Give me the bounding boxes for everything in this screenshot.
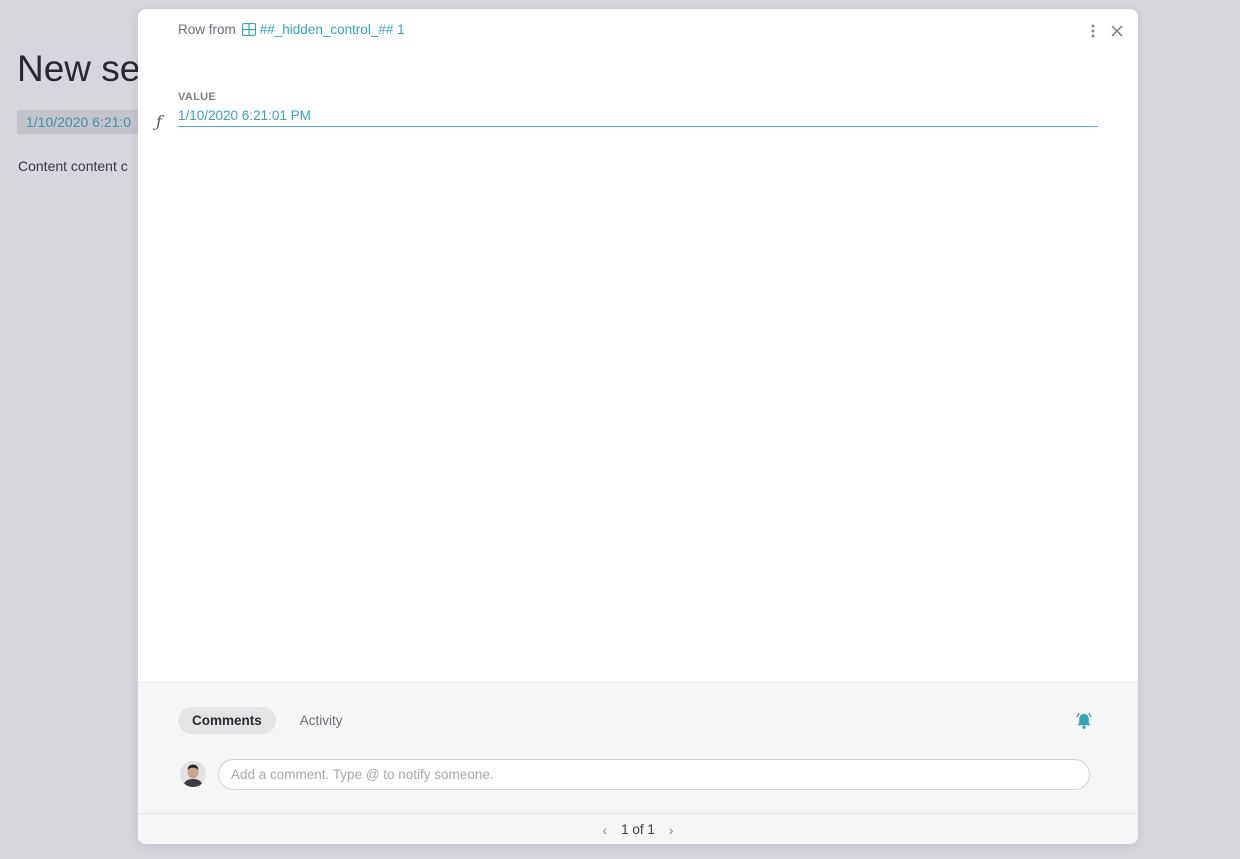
notification-bell-icon[interactable]: [1074, 711, 1094, 731]
modal-header: Row from ##_hidden_control_## 1: [178, 22, 405, 37]
next-row-button[interactable]: ›: [665, 822, 678, 838]
previous-row-button[interactable]: ‹: [598, 822, 611, 838]
tab-activity[interactable]: Activity: [286, 707, 357, 734]
close-icon: [1111, 25, 1123, 37]
user-avatar-icon: [180, 761, 206, 787]
date-chip[interactable]: 1/10/2020 6:21:0: [17, 110, 141, 134]
value-field: VALUE 1/10/2020 6:21:01 PM: [178, 91, 1098, 127]
more-vertical-icon: [1091, 24, 1095, 38]
comment-input[interactable]: [218, 759, 1090, 790]
pager-text: 1 of 1: [621, 822, 655, 837]
header-actions: [1084, 21, 1126, 41]
table-grid-icon: [241, 23, 256, 36]
close-button[interactable]: [1108, 21, 1126, 41]
row-detail-modal: Row from ##_hidden_control_## 1 ƒ VALUE …: [138, 9, 1138, 844]
formula-icon: ƒ: [156, 112, 162, 131]
avatar: [180, 761, 206, 787]
row-from-label: Row from: [178, 22, 236, 37]
table-link[interactable]: ##_hidden_control_## 1: [260, 22, 405, 37]
tab-comments[interactable]: Comments: [178, 707, 276, 734]
field-label: VALUE: [178, 91, 216, 103]
section-content: Content content c: [18, 158, 128, 174]
panel-tabs: Comments Activity: [178, 707, 357, 734]
pager: ‹ 1 of 1 ›: [138, 813, 1138, 844]
field-value[interactable]: 1/10/2020 6:21:01 PM: [178, 108, 1098, 127]
comments-panel: Comments Activity ‹ 1 of 1 ›: [138, 682, 1138, 844]
more-options-button[interactable]: [1084, 21, 1102, 41]
